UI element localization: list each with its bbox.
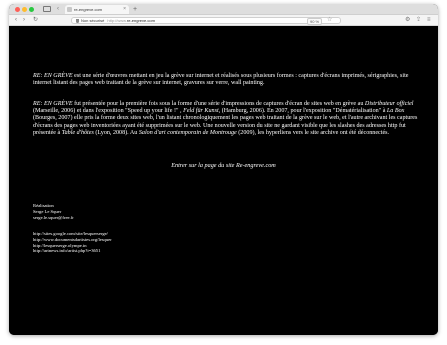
link-artnews[interactable]: http://artnews.info/artist.php?i=3651 (33, 248, 112, 254)
tab-title: re-engreve.com (74, 7, 103, 12)
history-paragraph: RE: EN GRÈVE fut présentée pour la premi… (33, 101, 423, 137)
reload-button[interactable]: ↻ (33, 16, 38, 25)
shield-icon (76, 18, 79, 23)
tab-bar: ‹ re-engreve.com × + (9, 4, 438, 15)
external-links: http://sites.google.com/site/lesquerserg… (33, 231, 112, 254)
venue-table-dhotes: Table d'hôtes (61, 129, 94, 136)
credits-block: Réalisation Serge Le Squer serge.le.sque… (33, 203, 74, 220)
tab-active[interactable]: re-engreve.com × (65, 5, 129, 14)
venue-montrouge: Salon d'art contemporain de Montrouge (138, 129, 237, 136)
browser-toolbar: ‹ › ↻ Non sécurisé http://www.re-engreve.… (9, 15, 438, 26)
history-text-2: (Marseille, 2006) et dans l'exposition "… (33, 108, 184, 115)
favicon-icon (67, 7, 72, 12)
intro-text: est une série d'œuvres mettant en jeu la… (33, 73, 409, 87)
enter-site-prefix: Entrer sur la page du site (171, 162, 236, 169)
link-google-sites[interactable]: http://sites.google.com/site/lesquerserg… (33, 231, 112, 237)
close-window-button[interactable] (15, 7, 20, 12)
minimize-window-button[interactable] (22, 7, 27, 12)
security-label: Non sécurisé (81, 18, 105, 23)
extensions-icon[interactable]: ⚙ (405, 17, 410, 24)
zoom-level-button[interactable]: 90 % (307, 18, 323, 25)
enter-site-link[interactable]: Entrer sur la page du site Re-engreve.co… (9, 162, 438, 169)
forward-button[interactable]: › (23, 16, 25, 25)
url-prefix: http://www. (107, 18, 127, 23)
tab-close-icon[interactable]: × (123, 5, 126, 14)
venue-distributeur: Distributeur officiel (364, 101, 414, 107)
share-icon[interactable]: ⇪ (416, 17, 421, 24)
back-button[interactable]: ‹ (15, 16, 17, 25)
sidebar-toggle-icon[interactable] (43, 6, 51, 12)
zoom-window-button[interactable] (29, 7, 34, 12)
tab-back-icon[interactable]: ‹ (57, 6, 59, 13)
page-content: RE: EN GRÈVE est une série d'œuvres mett… (9, 27, 438, 335)
menu-icon[interactable]: ≡ (427, 17, 431, 24)
intro-title: RE: EN GRÈVE (33, 73, 73, 79)
history-text-1: fut présentée pour la première fois sous… (72, 101, 365, 107)
enter-site-name: Re-engreve.com (235, 162, 276, 169)
history-text-6: (2009), les hyperliens vers le site arch… (236, 129, 390, 136)
venue-labox: La Box (386, 108, 405, 115)
intro-paragraph: RE: EN GRÈVE est une série d'œuvres mett… (33, 73, 423, 87)
history-text-5: (Lyon, 2008). Au (93, 129, 139, 136)
bookmark-star-icon[interactable]: ☆ (327, 17, 332, 24)
browser-window: ‹ re-engreve.com × + ‹ › ↻ Non sécurisé h… (9, 4, 438, 335)
history-title: RE: EN GRÈVE (33, 101, 73, 107)
address-bar[interactable]: Non sécurisé http://www.re-engreve.com (71, 17, 341, 24)
venue-feld: Feld für Kunst (183, 108, 219, 115)
artist-email-link[interactable]: serge.le.squer@free.fr (33, 215, 74, 221)
link-documents-dartistes[interactable]: http://www.documentsdartistes.org/lesque… (33, 237, 112, 243)
new-tab-button[interactable]: + (133, 5, 137, 14)
url-domain: re-engreve.com (126, 18, 155, 23)
history-text-3: , (Hamburg, 2006). En 2007, pour l'expos… (218, 108, 387, 115)
